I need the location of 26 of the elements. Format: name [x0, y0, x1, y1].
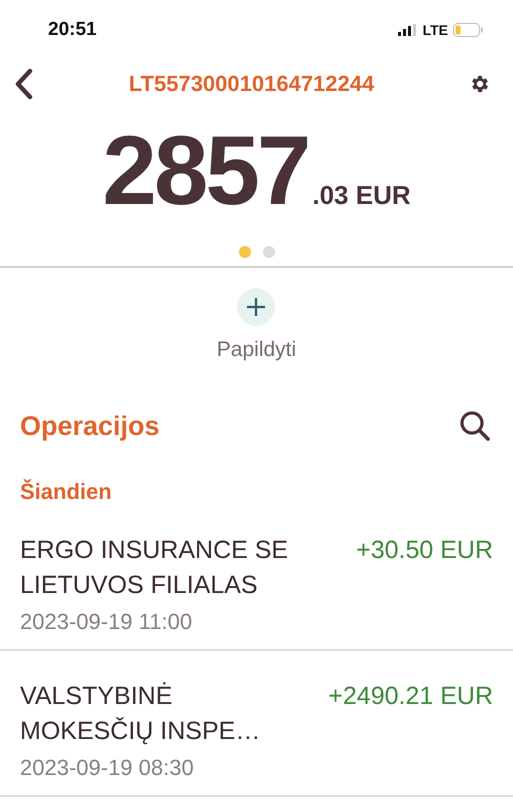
signal-icon — [398, 24, 418, 36]
transaction-amount: +30.50 EUR — [356, 535, 493, 566]
search-icon — [459, 410, 491, 442]
transaction-amount: +2490.21 EUR — [328, 681, 493, 712]
transaction-date: 2023-09-19 11:00 — [20, 609, 194, 635]
back-icon — [14, 68, 34, 100]
transaction-row[interactable]: ERGO INSURANCE SE LIETUVOS FILIALAS +30.50 EUR 2023-09-19 11:00 — [0, 505, 513, 651]
balance-amount: 2857 — [102, 114, 308, 227]
status-time: 20:51 — [48, 19, 97, 41]
transaction-name: VALSTYBINĖ MOKESČIŲ INSPE… — [20, 681, 260, 747]
search-button[interactable] — [459, 410, 491, 442]
plus-icon — [246, 297, 266, 317]
account-number: LT557300010164712244 — [128, 71, 374, 97]
balance-fraction: .03 EUR — [312, 180, 411, 211]
add-button[interactable] — [237, 288, 276, 326]
date-group-label: Šiandien — [19, 478, 113, 505]
section-title: Operacijos — [20, 410, 160, 442]
transaction-date: 2023-09-19 08:30 — [20, 755, 195, 781]
transaction-name: ERGO INSURANCE SE LIETUVOS FILIALAS — [20, 535, 288, 601]
action-label: Papildyti — [216, 338, 296, 362]
transaction-row[interactable]: VALSTYBINĖ MOKESČIŲ INSPE… +2490.21 EUR 2023-09-19 08:30 — [0, 651, 513, 797]
network-label: LTE — [422, 22, 448, 38]
page-dot[interactable] — [238, 246, 250, 258]
page-dot[interactable] — [262, 246, 274, 258]
battery-icon — [453, 23, 483, 37]
back-button[interactable] — [14, 68, 34, 100]
